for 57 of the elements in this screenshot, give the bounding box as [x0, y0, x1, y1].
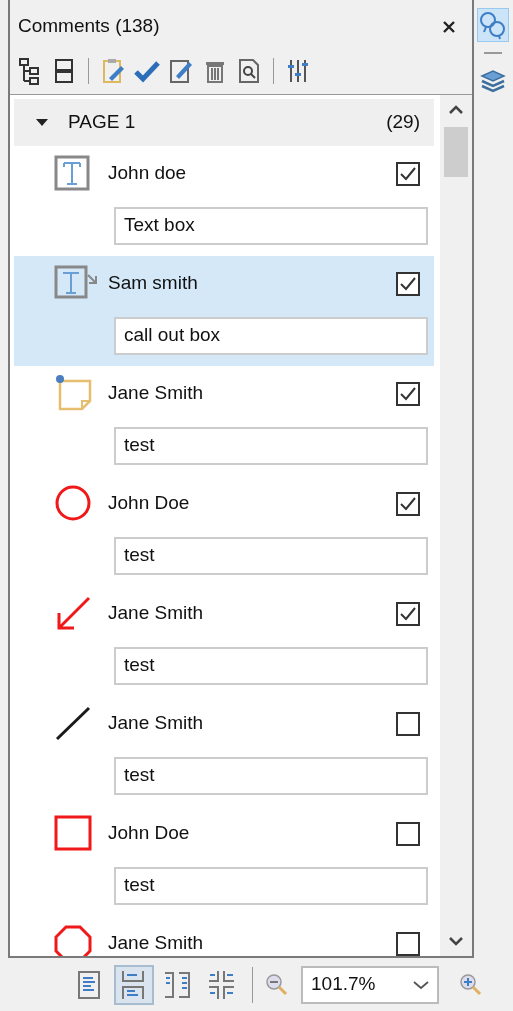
author-name: Jane Smith	[108, 601, 205, 626]
continuous-page-button[interactable]	[114, 964, 154, 1005]
checkmark-icon	[399, 275, 417, 292]
comment-row[interactable]: John Doe test	[14, 805, 434, 916]
line-icon	[54, 704, 92, 743]
close-icon	[442, 20, 456, 35]
author-name: Jane Smith	[108, 931, 205, 956]
comment-row[interactable]: John Doe test	[14, 475, 434, 586]
square-icon	[54, 814, 92, 853]
comment-field[interactable]: call out box	[114, 316, 428, 355]
author-name: John Doe	[108, 491, 191, 516]
comment-row[interactable]: Jane Smith	[14, 915, 434, 956]
comment-field[interactable]: test	[114, 866, 428, 905]
checkbox[interactable]	[396, 271, 420, 296]
author-name: Sam smith	[108, 271, 199, 296]
comments-button[interactable]	[476, 8, 509, 42]
author-name: John Doe	[108, 821, 191, 846]
comment-field[interactable]: test	[114, 756, 428, 795]
zoom-field[interactable]: 101.7%	[301, 965, 439, 1004]
checkmark-icon	[399, 495, 417, 512]
author-name: Jane Smith	[108, 711, 205, 736]
comments-icon	[477, 10, 508, 40]
chevron-down-icon	[449, 936, 463, 946]
octagon-icon	[54, 924, 92, 956]
comment-row[interactable]: Jane Smith test	[14, 365, 434, 476]
zoom-out-icon	[265, 972, 289, 997]
checkmark-icon	[399, 165, 417, 182]
comment-row[interactable]: Jane Smith test	[14, 695, 434, 806]
circle-icon	[54, 484, 92, 523]
checkbox[interactable]	[396, 381, 420, 406]
group-label: PAGE 1	[68, 110, 137, 134]
checkbox[interactable]	[396, 601, 420, 626]
comment-field[interactable]: Text box	[114, 206, 428, 245]
caret-icon	[413, 979, 429, 990]
continuous-facing-icon	[207, 968, 237, 1001]
comment-field[interactable]: test	[114, 426, 428, 465]
checkmark-icon	[399, 605, 417, 622]
checkbox[interactable]	[396, 711, 420, 736]
selected-comment-row[interactable]: Sam smith call out box	[14, 255, 434, 366]
author-name: Jane Smith	[108, 381, 205, 406]
comment-row[interactable]: Jane Smith test	[14, 585, 434, 696]
comment-field[interactable]: test	[114, 646, 428, 685]
panel-title: Comments (138)	[18, 13, 160, 38]
comment-row[interactable]: John doe Text box	[14, 145, 434, 256]
checkbox[interactable]	[396, 491, 420, 516]
checkmark-icon	[399, 385, 417, 402]
comment-count: (29)	[386, 110, 420, 134]
chevron-up-icon	[449, 104, 463, 115]
text-box-icon	[54, 154, 92, 193]
checkbox[interactable]	[396, 821, 420, 846]
comment-field[interactable]: test	[114, 536, 428, 575]
scrollbar-thumb[interactable]	[444, 126, 468, 177]
note-icon	[54, 374, 92, 413]
checkbox[interactable]	[396, 931, 420, 956]
zoom-in-icon	[459, 972, 483, 997]
author-name: John doe	[108, 161, 188, 186]
checkbox[interactable]	[396, 161, 420, 186]
